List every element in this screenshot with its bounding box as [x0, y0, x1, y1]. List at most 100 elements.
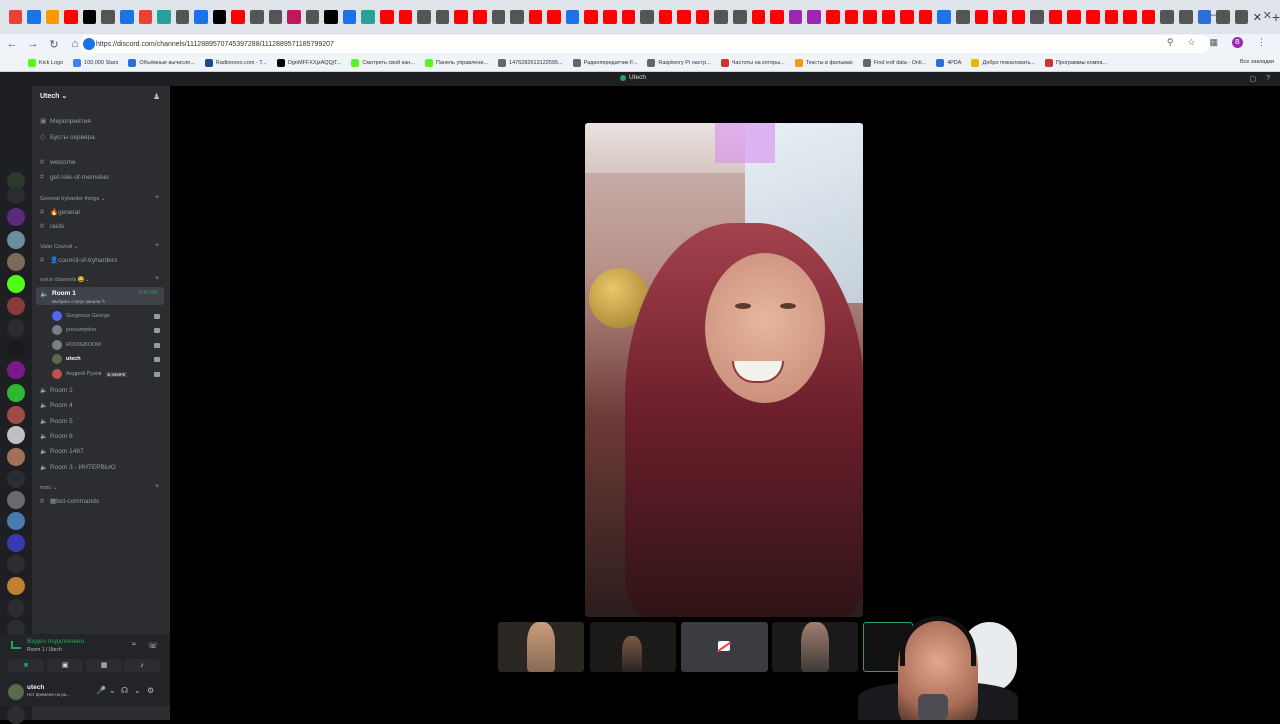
bookmark-item[interactable]: OgoMFFXXjzAQQjT... [276, 58, 341, 67]
browser-tab[interactable] [287, 10, 301, 24]
browser-tab[interactable] [974, 10, 989, 24]
browser-tab[interactable] [194, 10, 208, 24]
noise-suppression-icon[interactable]: ≈ [132, 641, 136, 648]
browser-tab[interactable] [714, 10, 729, 24]
browser-tab[interactable] [417, 10, 431, 24]
channel-bot-commands[interactable]: # ▦ bot-commands [40, 497, 99, 506]
browser-tab[interactable] [45, 10, 60, 24]
voice-channel-item[interactable]: 🔈 Room 3 - ИНТЕРВЬЮ [40, 464, 116, 471]
all-bookmarks[interactable]: Все закладки [1240, 59, 1274, 65]
browser-tab[interactable] [733, 10, 747, 24]
bookmark-item[interactable]: Смотреть свой кан... [351, 58, 415, 67]
create-channel-icon[interactable]: + [155, 242, 159, 249]
browser-tab[interactable] [788, 10, 803, 24]
bookmark-item[interactable]: 1476282613122595... [498, 58, 563, 67]
browser-tab[interactable] [1086, 10, 1100, 24]
server-icon[interactable] [7, 319, 25, 337]
voice-channel-item[interactable]: 🔈 Room 2 [40, 387, 73, 394]
address-bar[interactable]: https://discord.com/channels/11128895707… [80, 35, 1210, 53]
server-icon[interactable] [7, 512, 25, 530]
browser-tab[interactable] [695, 10, 710, 24]
server-boosts-item[interactable]: ◇ Бусты сервера [40, 133, 95, 142]
server-icon[interactable] [7, 253, 25, 271]
browser-tab[interactable] [918, 10, 933, 24]
voice-channel-item[interactable]: 🔈 Room 1487 [40, 448, 84, 455]
browser-tab[interactable] [138, 10, 153, 24]
bookmark-item[interactable]: Radiooooo.com - T... [204, 58, 267, 67]
events-item[interactable]: ▣ Мероприятия [40, 117, 91, 126]
activities-button[interactable]: ▦ [86, 659, 122, 672]
category-voice[interactable]: voice channels 😀⌄ [40, 277, 89, 283]
extensions-icon[interactable]: ▦ [1209, 37, 1218, 48]
voice-user[interactable]: presumption [52, 325, 96, 335]
soundboard-button[interactable]: ♪ [124, 659, 160, 672]
browser-tab[interactable] [881, 10, 896, 24]
browser-tab[interactable] [770, 10, 784, 24]
browser-tab[interactable] [342, 10, 357, 24]
bookmark-star-icon[interactable]: ☆ [1187, 37, 1195, 48]
disconnect-icon[interactable]: ☏ [148, 641, 158, 650]
server-icon[interactable] [7, 534, 25, 552]
browser-tab[interactable] [157, 10, 171, 24]
site-info-icon[interactable] [83, 38, 95, 50]
bookmark-item[interactable]: Kick Logo [28, 58, 63, 67]
headphones-icon[interactable]: ☊ [121, 686, 128, 695]
channel-get-role[interactable]: # get-role-of-memeber [40, 174, 109, 181]
browser-tab[interactable] [212, 10, 227, 24]
browser-tab[interactable] [751, 10, 766, 24]
bookmark-item[interactable]: Объёмные вычисле... [128, 58, 195, 67]
browser-tab[interactable] [361, 10, 376, 24]
browser-tab[interactable] [1123, 10, 1137, 24]
category-misc[interactable]: misc ⌄ [40, 485, 57, 491]
browser-tab[interactable] [491, 10, 506, 24]
voice-user[interactable]: Gorgeous George [52, 311, 110, 321]
gear-icon[interactable]: ⚙ [147, 686, 154, 695]
main-video-tile[interactable] [585, 123, 863, 617]
channel-general[interactable]: # 🔥 general [40, 208, 80, 217]
browser-tab[interactable] [231, 10, 246, 24]
back-icon[interactable]: ← [3, 38, 21, 50]
participant-tile[interactable] [498, 622, 584, 672]
browser-tab[interactable] [510, 10, 524, 24]
chevron-down-icon[interactable]: ⌄ [134, 686, 141, 695]
server-icon[interactable] [7, 426, 25, 444]
category-valar[interactable]: Valar Counsil ⌄ [40, 244, 78, 250]
bookmark-item[interactable]: 4PDA [936, 58, 961, 67]
server-icon[interactable] [7, 186, 25, 204]
browser-tab[interactable] [8, 10, 23, 24]
browser-tab[interactable] [101, 10, 115, 24]
microphone-icon[interactable]: 🎤 [96, 686, 106, 695]
browser-tab[interactable] [472, 10, 487, 24]
server-icon[interactable] [7, 297, 25, 315]
browser-tab[interactable] [993, 10, 1007, 24]
browser-tab[interactable] [1104, 10, 1119, 24]
browser-tab[interactable] [1011, 10, 1026, 24]
browser-tab[interactable] [621, 10, 636, 24]
chevron-down-icon[interactable]: ⌄ [109, 686, 116, 695]
reload-icon[interactable]: ↻ [45, 38, 63, 51]
server-icon[interactable] [7, 599, 25, 617]
browser-tab[interactable] [863, 10, 877, 24]
browser-tab[interactable] [900, 10, 914, 24]
menu-icon[interactable]: ⋮ [1257, 37, 1266, 48]
browser-tab[interactable] [603, 10, 617, 24]
channel-raids[interactable]: # raids [40, 223, 64, 230]
browser-tab[interactable] [844, 10, 859, 24]
browser-tab[interactable] [565, 10, 580, 24]
voice-channel-item[interactable]: 🔈 Room 4 [40, 402, 73, 409]
bookmark-item[interactable]: Find exif data - Onli... [862, 58, 926, 67]
browser-tab[interactable] [454, 10, 468, 24]
voice-status[interactable]: Видео подключено [27, 638, 84, 645]
server-icon[interactable] [7, 577, 25, 595]
bookmark-item[interactable]: Raspberry Pi настр... [647, 58, 711, 67]
browser-tab[interactable] [398, 10, 413, 24]
browser-tab[interactable] [658, 10, 673, 24]
server-icon[interactable] [7, 361, 25, 379]
browser-tab[interactable] [64, 10, 78, 24]
browser-tab[interactable] [1048, 10, 1063, 24]
room1-status[interactable]: Выбрать статус канала ✎ [52, 299, 106, 305]
browser-tab[interactable] [1141, 10, 1156, 24]
create-channel-icon[interactable]: + [155, 483, 159, 490]
profile-avatar[interactable]: B [1232, 37, 1243, 48]
browser-tab[interactable] [435, 10, 450, 24]
